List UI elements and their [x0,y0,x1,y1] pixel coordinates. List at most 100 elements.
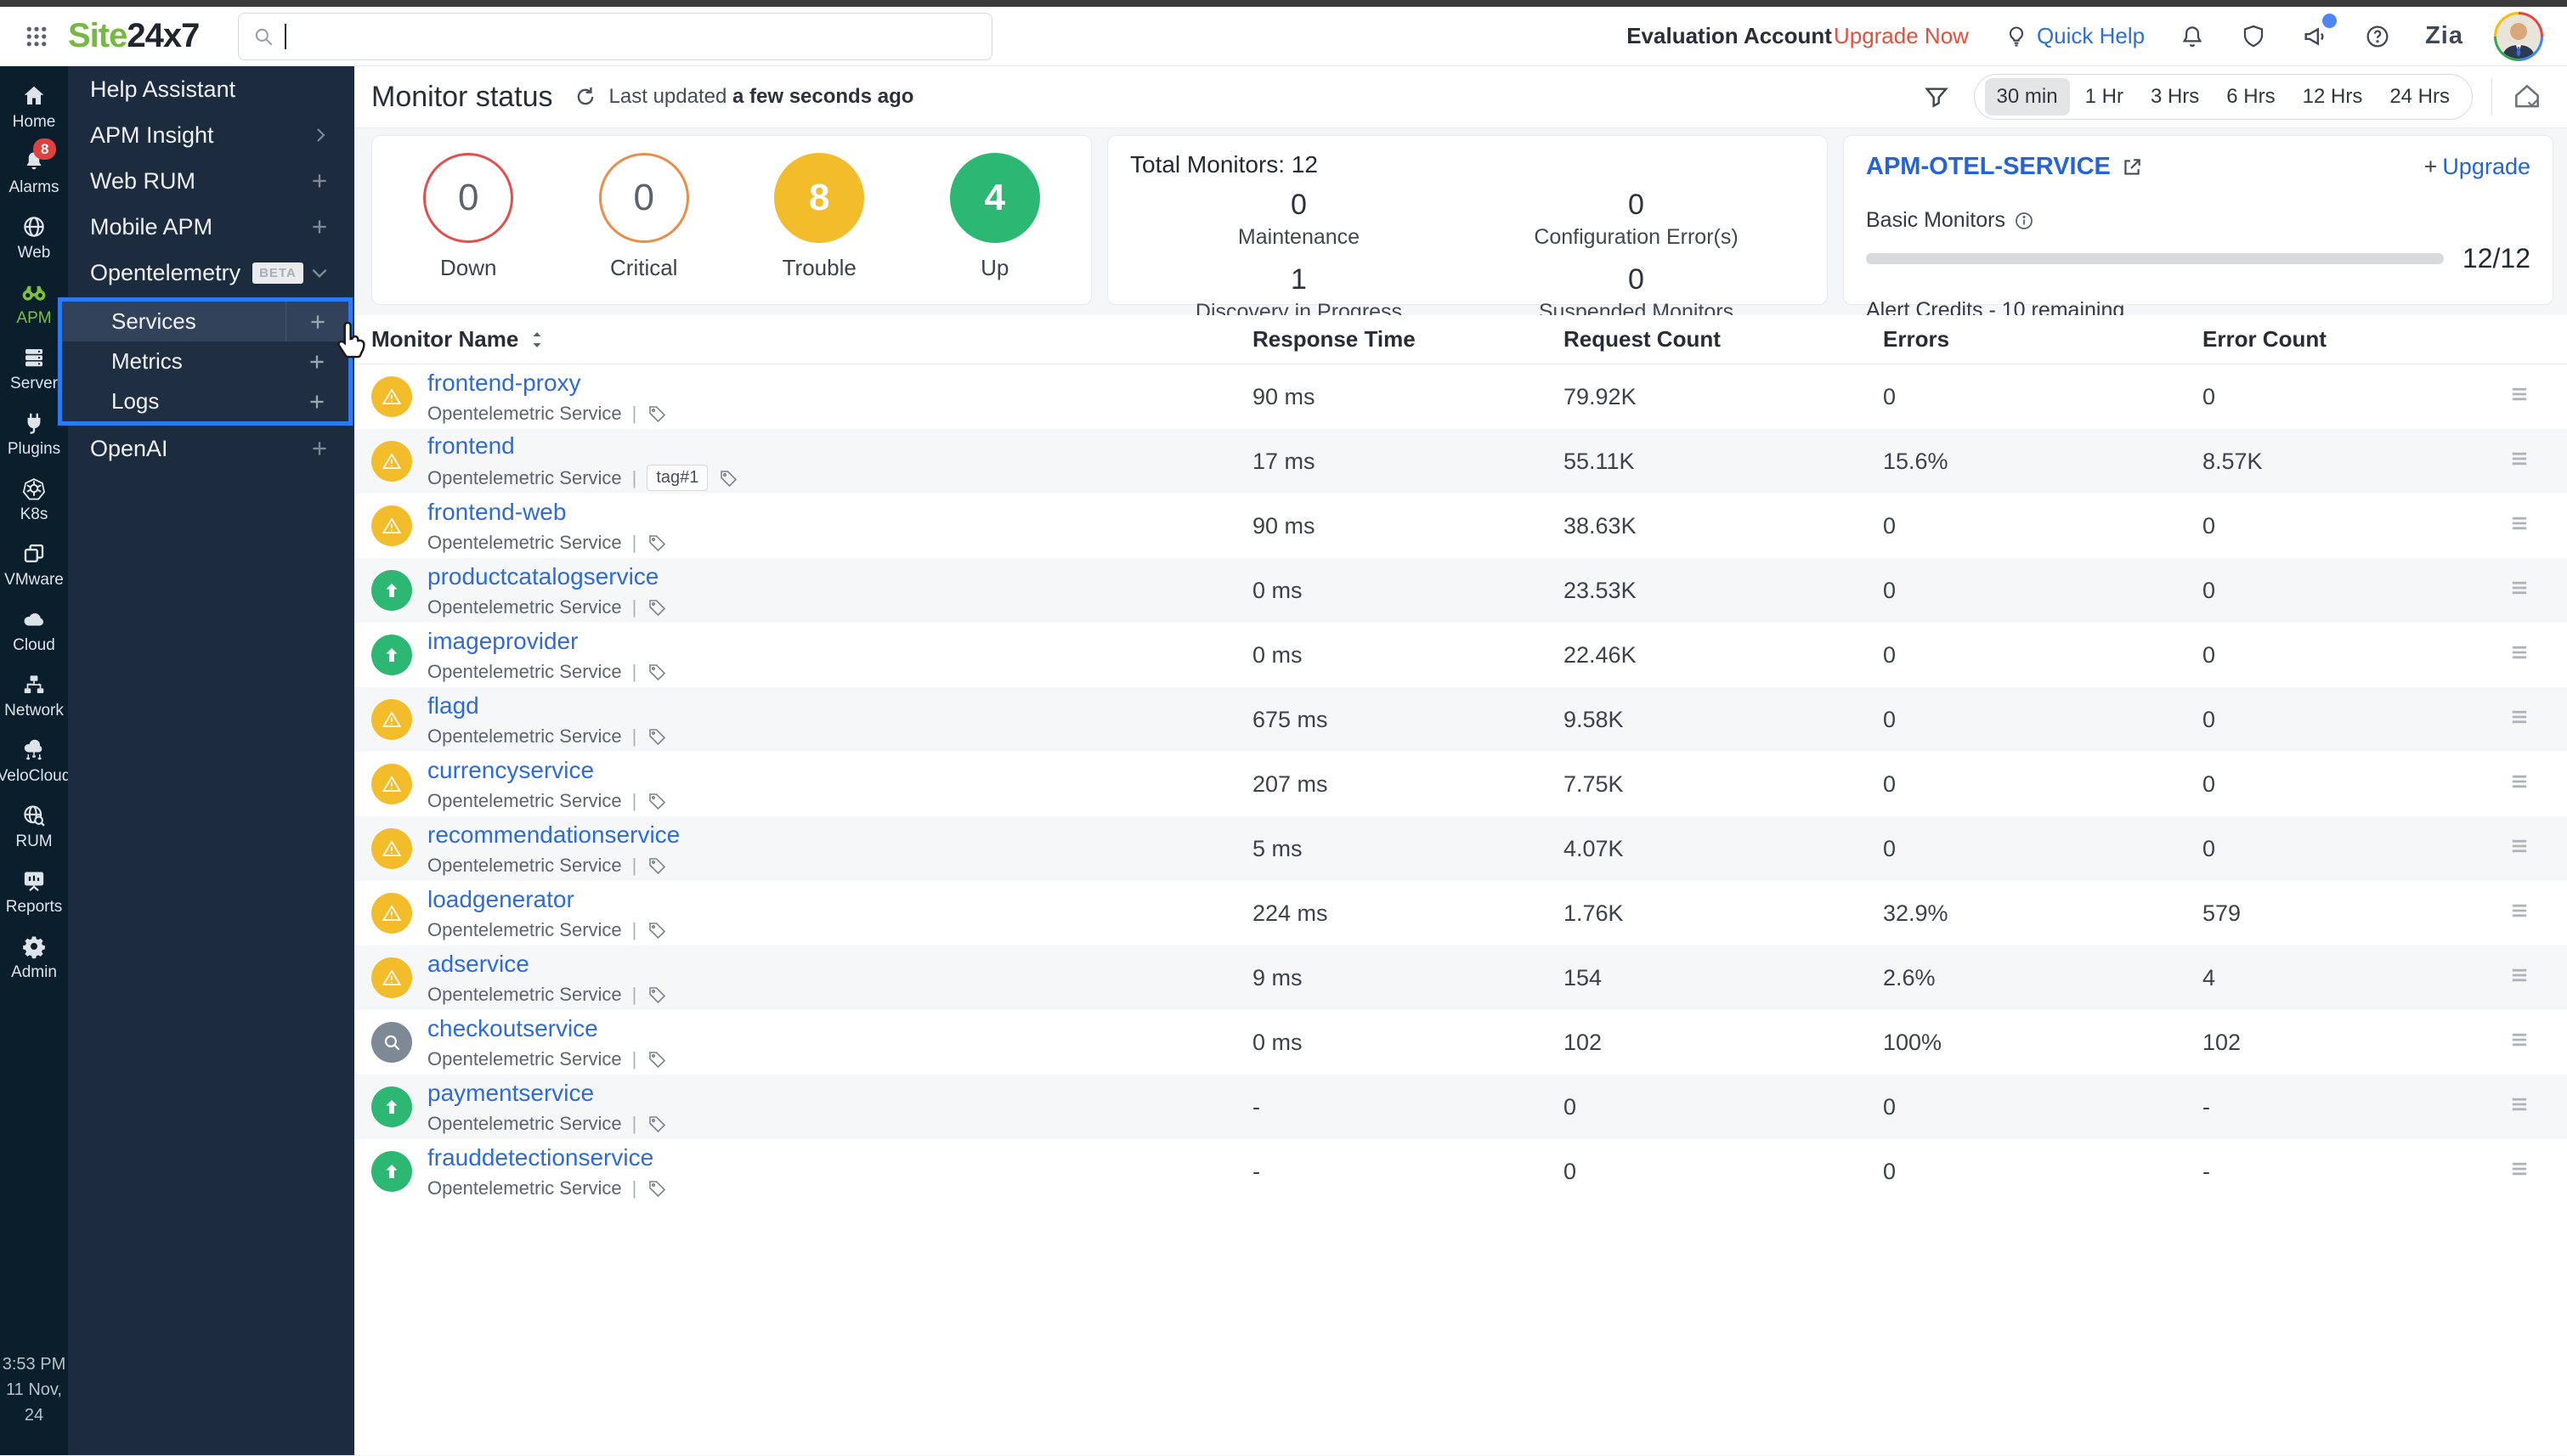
info-icon[interactable] [2014,211,2034,231]
time-range-6-hrs[interactable]: 6 Hrs [2214,78,2287,116]
plus-icon[interactable] [308,170,331,192]
column-header-request-count[interactable]: Request Count [1563,326,1883,353]
row-menu-button[interactable] [2508,576,2567,606]
status-count-circle[interactable]: 0 [423,153,513,243]
time-range-12-hrs[interactable]: 12 Hrs [2291,78,2375,116]
submenu-item-help-assistant[interactable]: Help Assistant [68,66,354,112]
quick-help-button[interactable]: Quick Help [2004,23,2145,49]
sidebar-item-admin[interactable]: Admin [0,925,68,990]
home-check-icon[interactable] [2511,81,2543,113]
add-monitor-plus-button[interactable] [286,341,348,381]
sidebar-item-home[interactable]: Home [0,75,68,140]
column-header-error-count[interactable]: Error Count [2202,326,2499,353]
monitor-name-link[interactable]: flagd [427,691,479,720]
sidebar-item-reports[interactable]: Reports [0,860,68,925]
sidebar-item-k8s[interactable]: K8s [0,467,68,533]
status-count-circle[interactable]: 4 [950,153,1040,243]
row-menu-button[interactable] [2508,963,2567,993]
upgrade-button[interactable]: +Upgrade [2424,154,2530,180]
add-monitor-plus-button[interactable] [286,381,348,421]
monitor-name-link[interactable]: productcatalogservice [427,562,659,591]
notifications-bell-icon[interactable] [2179,23,2206,50]
submenu-item-web-rum[interactable]: Web RUM [68,158,354,204]
tag-icon[interactable] [647,791,667,811]
monitor-name-link[interactable]: loadgenerator [427,885,574,914]
monitor-name-link[interactable]: recommendationservice [427,821,680,849]
column-header-response-time[interactable]: Response Time [1252,326,1563,353]
shield-icon[interactable] [2240,23,2267,50]
plus-icon[interactable] [308,437,331,460]
row-menu-button[interactable] [2508,770,2567,799]
tag-icon[interactable] [647,404,667,424]
sidebar-item-vmware[interactable]: VMware [0,533,68,598]
global-search[interactable] [238,13,992,60]
submenu-item-services[interactable]: Services [62,302,348,341]
monitor-name-link[interactable]: imageprovider [427,627,578,656]
submenu-item-logs[interactable]: Logs [62,381,348,421]
tag-icon[interactable] [647,1178,667,1199]
submenu-item-opentelemetry[interactable]: OpentelemetryBETA [68,250,354,296]
help-circle-icon[interactable] [2364,23,2391,50]
tag-icon[interactable] [647,920,667,940]
site24x7-logo[interactable]: Site24x7 [68,17,199,55]
submenu-item-apm-insight[interactable]: APM Insight [68,112,354,158]
search-input[interactable] [297,23,978,49]
sidebar-item-rum[interactable]: RUM [0,794,68,860]
column-header-monitor-name[interactable]: Monitor Name [371,326,1252,353]
sort-arrows-icon[interactable] [529,330,546,350]
announcements-megaphone-icon[interactable] [2301,22,2330,51]
tag-icon[interactable] [647,726,667,747]
row-menu-button[interactable] [2508,641,2567,670]
plus-icon[interactable] [308,216,331,238]
monitor-name-link[interactable]: currencyservice [427,756,594,785]
time-range-30-min[interactable]: 30 min [1985,78,2070,116]
column-header-errors[interactable]: Errors [1883,326,2202,353]
sidebar-item-cloud[interactable]: Cloud [0,598,68,663]
apps-grid-icon[interactable] [24,24,49,49]
row-menu-button[interactable] [2508,1092,2567,1122]
sidebar-item-web[interactable]: Web [0,206,68,271]
time-range-24-hrs[interactable]: 24 Hrs [2378,78,2462,116]
tag-icon[interactable] [647,855,667,876]
tag-icon[interactable] [647,662,667,682]
row-menu-button[interactable] [2508,705,2567,735]
sidebar-item-alarms[interactable]: 8Alarms [0,140,68,206]
submenu-item-mobile-apm[interactable]: Mobile APM [68,204,354,250]
tag-icon[interactable] [647,1114,667,1134]
row-menu-button[interactable] [2508,382,2567,412]
monitor-name-link[interactable]: adservice [427,950,529,979]
row-menu-button[interactable] [2508,511,2567,541]
monitor-name-link[interactable]: checkoutservice [427,1014,598,1043]
time-range-3-hrs[interactable]: 3 Hrs [2139,78,2211,116]
submenu-item-openai[interactable]: OpenAI [68,426,354,471]
row-menu-button[interactable] [2508,899,2567,928]
submenu-item-metrics[interactable]: Metrics [62,341,348,381]
row-menu-button[interactable] [2508,834,2567,864]
upgrade-now-link[interactable]: Upgrade Now [1834,23,1969,49]
monitor-name-link[interactable]: frontend [427,432,515,460]
tag-badge[interactable]: tag#1 [647,465,708,491]
status-count-circle[interactable]: 0 [599,153,689,243]
sidebar-item-network[interactable]: Network [0,663,68,729]
row-menu-button[interactable] [2508,447,2567,477]
monitor-name-link[interactable]: paymentservice [427,1079,594,1108]
time-range-1-hr[interactable]: 1 Hr [2073,78,2135,116]
tag-icon[interactable] [718,468,738,488]
filter-icon[interactable] [1923,83,1950,110]
status-count-circle[interactable]: 8 [774,153,864,243]
monitor-name-link[interactable]: frontend-proxy [427,369,581,398]
tag-icon[interactable] [647,985,667,1005]
row-menu-button[interactable] [2508,1028,2567,1058]
monitor-name-link[interactable]: frauddetectionservice [427,1143,653,1172]
service-link[interactable]: APM-OTEL-SERVICE [1866,153,2143,181]
tag-icon[interactable] [647,533,667,553]
tag-icon[interactable] [647,597,667,618]
sidebar-item-velocloud[interactable]: VeloCloud [0,729,68,794]
monitor-name-link[interactable]: frontend-web [427,498,566,527]
refresh-icon[interactable] [574,85,597,109]
zia-icon[interactable]: Zia [2425,22,2463,50]
tag-icon[interactable] [647,1049,667,1069]
add-monitor-plus-button[interactable] [286,302,348,341]
row-menu-button[interactable] [2508,1157,2567,1187]
avatar[interactable] [2494,12,2543,61]
